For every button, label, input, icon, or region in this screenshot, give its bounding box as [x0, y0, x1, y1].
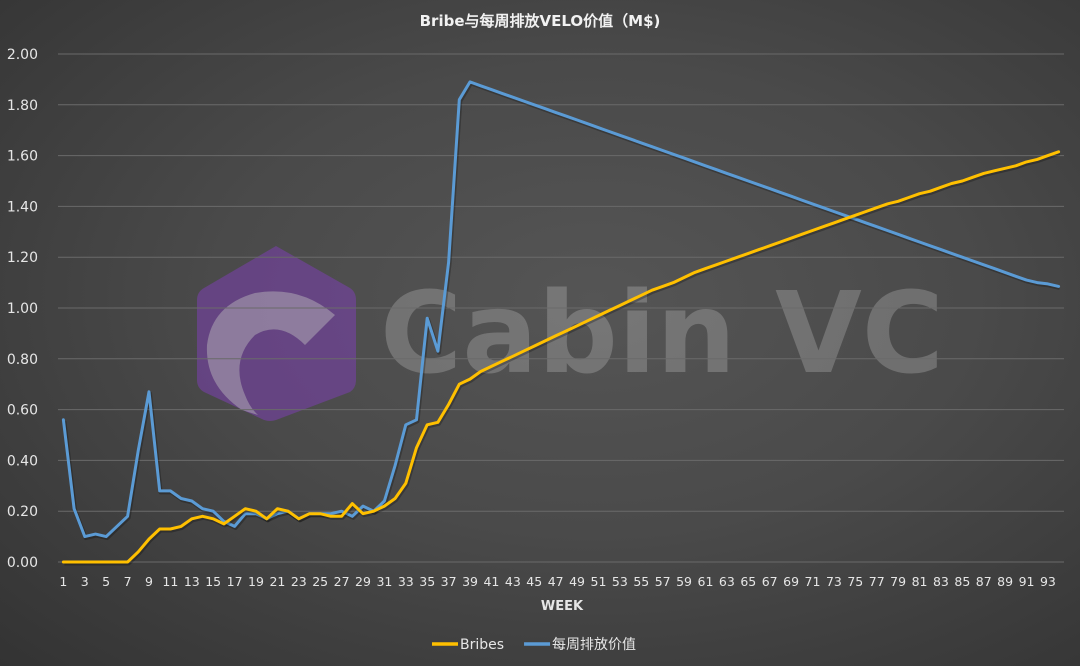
x-tick-label: 17 — [227, 574, 243, 589]
y-tick-label: 1.80 — [7, 98, 38, 114]
x-tick-label: 9 — [145, 574, 153, 589]
x-axis-ticks: 1 3 5 7 9 11 13 15 17 19 21 23 25 27 29 31 33 35 37 39 41 43 4… — [59, 574, 1056, 589]
x-tick-label: 3 — [81, 574, 89, 589]
x-tick-label: 69 — [783, 574, 799, 589]
chart-title: Bribe与每周排放VELO价值（M$) — [420, 12, 661, 30]
x-tick-label: 75 — [847, 574, 863, 589]
x-tick-label: 85 — [954, 574, 970, 589]
x-tick-label: 89 — [997, 574, 1013, 589]
x-tick-label: 83 — [933, 574, 949, 589]
y-tick-label: 0.60 — [7, 403, 38, 419]
y-tick-label: 1.40 — [7, 199, 38, 215]
x-tick-label: 65 — [740, 574, 756, 589]
x-tick-label: 41 — [483, 574, 499, 589]
legend-label: Bribes — [460, 637, 504, 653]
x-tick-label: 19 — [248, 574, 264, 589]
x-tick-label: 15 — [205, 574, 221, 589]
x-tick-label: 13 — [184, 574, 200, 589]
x-tick-label: 11 — [162, 574, 178, 589]
y-tick-label: 1.60 — [7, 149, 38, 165]
x-tick-label: 49 — [569, 574, 585, 589]
x-tick-label: 77 — [869, 574, 885, 589]
x-tick-label: 39 — [462, 574, 478, 589]
x-tick-label: 37 — [441, 574, 457, 589]
legend-label: 每周排放价值 — [552, 637, 636, 653]
y-tick-label: 0.80 — [7, 352, 38, 368]
x-tick-label: 87 — [976, 574, 992, 589]
x-tick-label: 47 — [548, 574, 564, 589]
x-tick-label: 35 — [419, 574, 435, 589]
x-tick-label: 25 — [312, 574, 328, 589]
y-tick-label: 1.00 — [7, 301, 38, 317]
chart-container: Cabin VC 0.00 0.20 0.40 0.60 0.80 1.00 1.20 1.4… — [0, 0, 1080, 666]
x-tick-label: 33 — [398, 574, 414, 589]
x-tick-label: 81 — [912, 574, 928, 589]
y-tick-label: 0.00 — [7, 555, 38, 571]
x-tick-label: 7 — [124, 574, 132, 589]
x-tick-label: 61 — [698, 574, 714, 589]
legend: Bribes 每周排放价值 — [432, 637, 636, 653]
x-tick-label: 1 — [59, 574, 67, 589]
x-tick-label: 53 — [612, 574, 628, 589]
y-tick-label: 0.20 — [7, 504, 38, 520]
x-tick-label: 27 — [334, 574, 350, 589]
x-tick-label: 31 — [376, 574, 392, 589]
x-tick-label: 51 — [591, 574, 607, 589]
x-tick-label: 5 — [102, 574, 110, 589]
x-tick-label: 23 — [291, 574, 307, 589]
x-tick-label: 91 — [1019, 574, 1035, 589]
y-tick-label: 0.40 — [7, 453, 38, 469]
line-chart: Cabin VC 0.00 0.20 0.40 0.60 0.80 1.00 1.20 1.4… — [7, 12, 1064, 653]
x-axis-title: WEEK — [541, 599, 584, 614]
y-tick-label: 1.20 — [7, 250, 38, 266]
x-tick-label: 73 — [826, 574, 842, 589]
x-tick-label: 63 — [719, 574, 735, 589]
x-tick-label: 55 — [633, 574, 649, 589]
x-tick-label: 93 — [1040, 574, 1056, 589]
y-axis-ticks: 0.00 0.20 0.40 0.60 0.80 1.00 1.20 1.40 1.60 1.80… — [7, 47, 38, 571]
watermark: Cabin VC — [197, 246, 944, 421]
x-tick-label: 71 — [805, 574, 821, 589]
x-tick-label: 59 — [676, 574, 692, 589]
y-tick-label: 2.00 — [7, 47, 38, 63]
x-tick-label: 21 — [269, 574, 285, 589]
x-tick-label: 29 — [355, 574, 371, 589]
x-tick-label: 79 — [890, 574, 906, 589]
x-tick-label: 57 — [655, 574, 671, 589]
gridlines — [58, 53, 1064, 563]
x-tick-label: 43 — [505, 574, 521, 589]
x-tick-label: 67 — [762, 574, 778, 589]
x-tick-label: 45 — [526, 574, 542, 589]
